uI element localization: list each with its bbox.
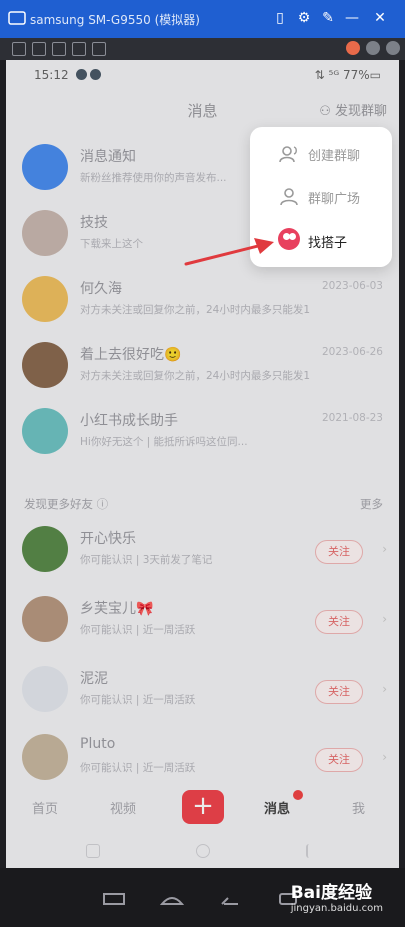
- menu-item-group-square[interactable]: 群聊广场: [250, 175, 392, 219]
- menu-item-label: 群聊广场: [308, 192, 361, 207]
- menu-item-label: 找搭子: [308, 236, 348, 251]
- group-icon: [279, 146, 297, 163]
- toolbar-copy-icon[interactable]: [72, 42, 86, 56]
- pin-icon[interactable]: ✎: [318, 8, 338, 28]
- home-nav-icon[interactable]: [160, 892, 184, 906]
- window-title: samsung SM-G9550 (模拟器): [30, 13, 200, 27]
- emulator-logo-icon: [8, 11, 26, 25]
- minimize-button[interactable]: —: [342, 8, 362, 28]
- watermark-site: jingyan.baidu.com: [290, 903, 383, 914]
- annotation-arrow: [184, 238, 274, 266]
- baidu-watermark: Bai度经验 jingyan.baidu.com: [291, 878, 383, 914]
- settings-icon[interactable]: ⚙: [294, 8, 314, 28]
- partner-bubble-icon: [278, 228, 300, 250]
- square-icon: [280, 188, 298, 206]
- menu-item-create-group[interactable]: 创建群聊: [250, 132, 392, 176]
- phone-screen: 15:12 ⇅ ⁵ᴳ 77%▭ 消息 ⚇ 发现群聊 消息通知 新粉丝推荐使用你的…: [6, 60, 399, 868]
- watermark-brand: Bai度经验: [290, 883, 372, 903]
- close-button[interactable]: ✕: [370, 8, 390, 28]
- toolbar-back-icon[interactable]: [12, 42, 26, 56]
- emulator-toolbar: [0, 38, 405, 60]
- menu-nav-icon[interactable]: [102, 892, 126, 906]
- record-icon[interactable]: [346, 41, 360, 55]
- more-icon[interactable]: [386, 41, 400, 55]
- phone-icon[interactable]: ▯: [270, 8, 290, 28]
- back-nav-icon[interactable]: [218, 892, 242, 906]
- toolbar-screen-icon[interactable]: [92, 42, 106, 56]
- volume-icon[interactable]: [366, 41, 380, 55]
- toolbar-refresh-icon[interactable]: [32, 42, 46, 56]
- toolbar-cut-icon[interactable]: [52, 42, 66, 56]
- emulator-titlebar: samsung SM-G9550 (模拟器) ▯ ⚙ ✎ — ✕: [0, 0, 405, 38]
- menu-item-label: 创建群聊: [308, 149, 361, 164]
